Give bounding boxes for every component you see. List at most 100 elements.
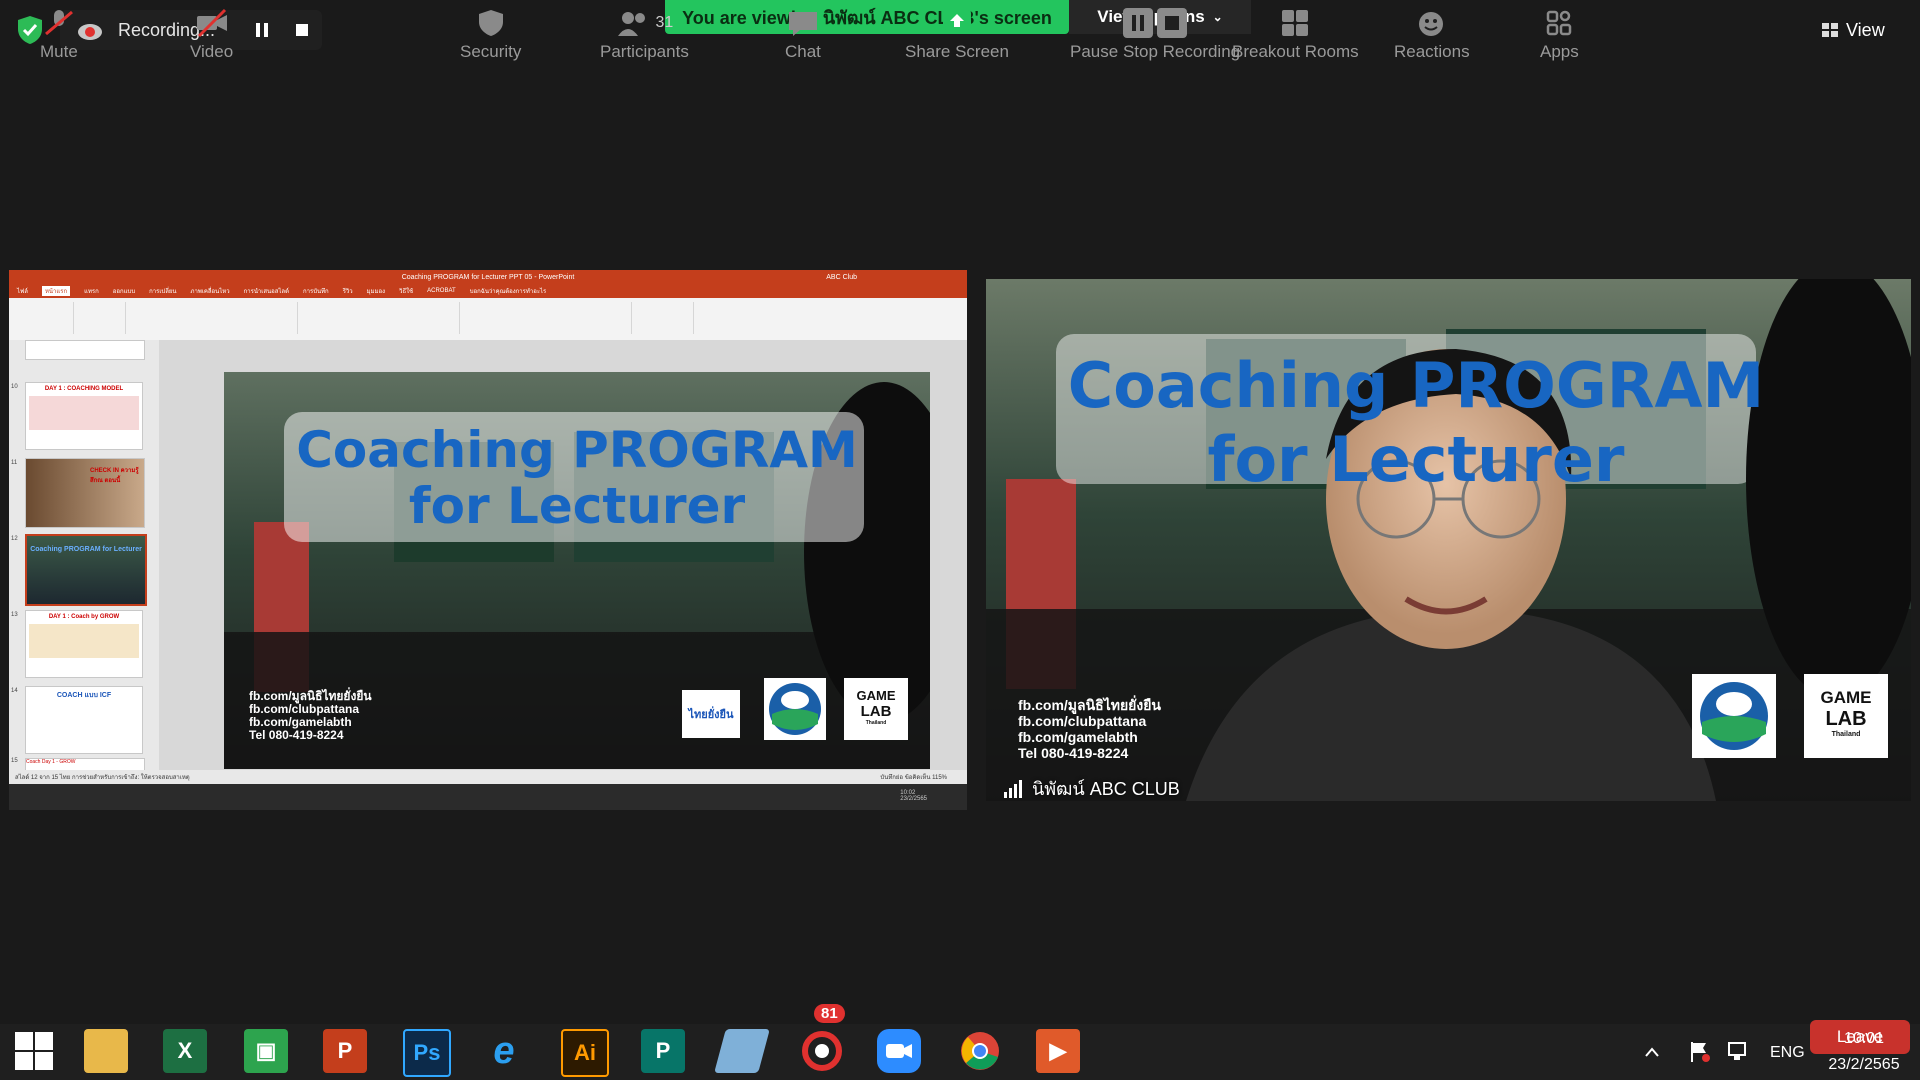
apps-icon: [1547, 10, 1572, 36]
view-button[interactable]: View: [1822, 12, 1912, 48]
ribbon-tab[interactable]: วิธีใช้: [399, 286, 413, 296]
ribbon-tabs: ไฟล์ หน้าแรก แทรก ออกแบบ การเปลี่ยน ภาพเ…: [9, 284, 967, 298]
ribbon-tab[interactable]: การเปลี่ยน: [149, 286, 176, 296]
clock-date: 23/2/2565: [1828, 1056, 1900, 1073]
participant-video[interactable]: Coaching PROGRAM for Lecturer fb.com/มูล…: [986, 279, 1911, 801]
microphone-muted-icon: [44, 10, 73, 36]
breakout-rooms-button[interactable]: Breakout Rooms: [1232, 8, 1359, 62]
system-clock[interactable]: 10:01 23/2/2565: [1808, 1024, 1920, 1080]
video-camera-off-icon: [196, 8, 227, 38]
participant-count: 31: [655, 14, 674, 31]
mute-button[interactable]: Mute: [40, 8, 78, 62]
thumb-number: 12: [11, 536, 18, 542]
security-button[interactable]: Security: [460, 8, 521, 62]
thumb-number: 13: [11, 612, 18, 618]
current-slide[interactable]: Coaching PROGRAM for Lecturer fb.com/มูล…: [224, 372, 964, 769]
chrome-icon[interactable]: [958, 1029, 1002, 1073]
logo-line: Thailand: [865, 720, 887, 726]
pause-label: Pause: [1070, 42, 1119, 61]
ribbon-tab[interactable]: หน้าแรก: [41, 286, 71, 296]
contact-line: fb.com/มูลนิธิไทยยั่งยืน: [1018, 697, 1161, 713]
network-icon[interactable]: [1726, 1040, 1750, 1064]
zoom-icon[interactable]: [877, 1029, 921, 1073]
logo-line: GAME: [1820, 688, 1872, 707]
excel-icon[interactable]: X: [163, 1029, 207, 1073]
thumb-title: CHECK IN ความรู้สึกณ ตอนนี้: [90, 468, 139, 484]
internet-explorer-icon[interactable]: e: [482, 1029, 526, 1073]
contact-line: fb.com/clubpattana: [1018, 713, 1147, 729]
slide-thumbnail[interactable]: DAY 1 : Coach by GROW: [25, 610, 143, 678]
windows-logo-icon: [15, 1032, 53, 1070]
slide-thumbnail[interactable]: [25, 340, 145, 360]
view-label: View: [1846, 19, 1885, 40]
thumb-number: 14: [11, 688, 18, 694]
tell-me-box[interactable]: บอกฉันว่าคุณต้องการทำอะไร: [470, 286, 547, 296]
chat-button[interactable]: Chat: [785, 8, 821, 62]
ribbon-tab[interactable]: มุมมอง: [367, 286, 385, 296]
input-language[interactable]: ENG: [1770, 1044, 1805, 1062]
chat-icon: [788, 12, 817, 36]
contact-line: fb.com/gamelabth: [1018, 729, 1138, 745]
slide-thumbnail[interactable]: CHECK IN ความรู้สึกณ ตอนนี้: [25, 458, 145, 528]
presentation-app-icon[interactable]: ▶: [1036, 1029, 1080, 1073]
photoscape-icon[interactable]: [800, 1029, 844, 1073]
reactions-button[interactable]: Reactions: [1394, 8, 1470, 62]
grid-view-icon: [1822, 23, 1838, 37]
video-button[interactable]: Video: [190, 8, 233, 62]
ribbon-tab[interactable]: การนำเสนอสไลด์: [244, 286, 289, 296]
font-group[interactable]: [127, 302, 298, 334]
ribbon-tab[interactable]: ไฟล์: [17, 286, 28, 296]
ribbon-tab[interactable]: รีวิว: [343, 286, 353, 296]
slide-thumbnail[interactable]: COACH แบบ ICF: [25, 686, 143, 754]
club-pattana-logo: [1692, 674, 1776, 758]
powerpoint-status-bar: สไลด์ 12 จาก 15 ไทย การช่วยสำหรับการเข้า…: [9, 770, 967, 784]
slides-group[interactable]: [75, 302, 126, 334]
publisher-icon[interactable]: P: [641, 1029, 685, 1073]
photoshop-icon[interactable]: Ps: [403, 1029, 451, 1077]
slide-thumbnail[interactable]: DAY 1 : COACHING MODEL: [25, 382, 143, 450]
powerpoint-icon[interactable]: P: [323, 1029, 367, 1073]
share-screen-icon: [942, 10, 971, 30]
game-lab-logo: GAME LAB Thailand: [1804, 674, 1888, 758]
start-button[interactable]: [12, 1029, 56, 1073]
thumb-number: 11: [11, 460, 18, 466]
slide-editor[interactable]: Coaching PROGRAM for Lecturer fb.com/มูล…: [159, 340, 967, 770]
file-explorer-icon[interactable]: [84, 1029, 128, 1073]
action-center-flag-icon[interactable]: [1688, 1040, 1712, 1064]
ribbon-tab[interactable]: ACROBAT: [427, 288, 456, 294]
drawing-group[interactable]: [461, 302, 632, 334]
clipboard-group[interactable]: [13, 302, 74, 334]
shield-icon: [478, 10, 503, 36]
camera-bg-title-line2: for Lecturer: [1207, 423, 1625, 496]
show-hidden-icons-chevron-icon[interactable]: [1644, 1046, 1660, 1058]
powerpoint-title-bar: Coaching PROGRAM for Lecturer PPT 05 - P…: [9, 270, 967, 284]
ribbon-tab[interactable]: ออกแบบ: [113, 286, 135, 296]
pause-stop-recording-button[interactable]: Pause Stop Recording: [1070, 8, 1240, 62]
apps-button[interactable]: Apps: [1540, 8, 1579, 62]
share-screen-button[interactable]: Share Screen: [905, 8, 1009, 62]
participants-button[interactable]: 31 Participants: [600, 8, 689, 62]
shared-screen[interactable]: Coaching PROGRAM for Lecturer PPT 05 - P…: [9, 270, 967, 810]
thumb-title: DAY 1 : Coach by GROW: [48, 614, 120, 620]
logo-line: GAME: [856, 688, 896, 703]
stop-recording-button[interactable]: [282, 10, 322, 50]
game-lab-logo: GAME LAB Thailand: [844, 678, 908, 740]
zoom-camera-icon: [886, 1044, 912, 1058]
thumb-title: DAY 1 : COACHING MODEL: [44, 386, 124, 392]
ribbon-tab[interactable]: การบันทึก: [303, 286, 329, 296]
ribbon-tab[interactable]: แทรก: [84, 286, 99, 296]
slide-thumbnail-selected[interactable]: Coaching PROGRAM for Lecturer: [25, 534, 147, 606]
remote-taskbar: 10:02 23/2/2565: [9, 784, 967, 810]
editing-group[interactable]: [633, 302, 694, 334]
logo-line: LAB: [860, 703, 892, 720]
paragraph-group[interactable]: [299, 302, 460, 334]
slide-title: Coaching PROGRAM for Lecturer: [224, 422, 930, 534]
project-icon[interactable]: ▣: [244, 1029, 288, 1073]
thumb-number: 15: [11, 758, 18, 764]
slide-title-line1: Coaching PROGRAM: [296, 421, 858, 479]
ribbon-tab[interactable]: ภาพเคลื่อนไหว: [191, 286, 230, 296]
illustrator-icon[interactable]: Ai: [561, 1029, 609, 1077]
thumb-title: Coach Day 1 - GROW: [26, 759, 76, 765]
pause-recording-button[interactable]: [242, 10, 282, 50]
stop-recording-label: Stop Recording: [1122, 42, 1241, 61]
